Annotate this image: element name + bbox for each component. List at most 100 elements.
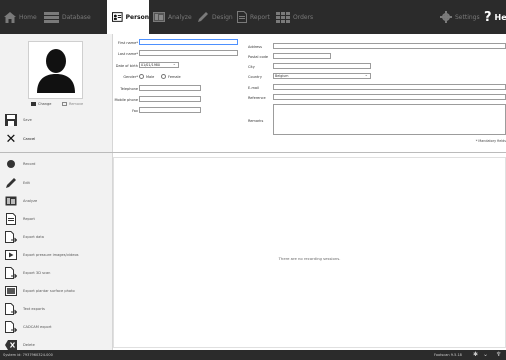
mandatory-note: * Mandatory fields [475, 139, 506, 143]
last-name-label: Last name* [117, 52, 138, 56]
sidebar-item-label: Report [23, 217, 35, 221]
analyze-icon [153, 12, 165, 22]
last-name-field[interactable] [139, 50, 238, 56]
system-id: System id: 7937960324-000 [3, 353, 53, 357]
sidebar-item-analyze[interactable]: Analyze [5, 195, 37, 207]
gear-icon [440, 11, 452, 23]
telephone-field[interactable] [139, 85, 201, 91]
bluetooth-icon: ✱ [473, 351, 479, 358]
sidebar-item-export-plantar-surface-photo[interactable]: Export plantar surface photo [5, 285, 75, 297]
sidebar-item-text-exports[interactable]: Text exports [5, 303, 45, 315]
reference-field[interactable] [273, 94, 506, 100]
fax-field[interactable] [139, 107, 201, 113]
export-photo-icon [5, 285, 17, 297]
nav-help[interactable]: ? Help [484, 0, 506, 34]
dob-field[interactable]: 01/01/1980 ⌄ [139, 62, 179, 68]
nav-home-label: Home [19, 13, 37, 21]
radio-icon [139, 74, 144, 79]
analyze-icon [5, 195, 17, 207]
postal-code-field[interactable] [273, 53, 331, 59]
nav-help-label: Help [494, 12, 506, 22]
email-field[interactable] [273, 84, 506, 90]
sidebar-item-cadcam-export[interactable]: CADCAM export [5, 321, 52, 333]
reference-label: Reference [248, 96, 266, 100]
address-label: Address [248, 45, 262, 49]
report-icon [237, 11, 247, 23]
country-select[interactable]: Belgium ⌄ [273, 73, 371, 79]
person-form: First name* Last name* Date of birth 01/… [113, 34, 506, 153]
nav-analyze[interactable]: Analyze [153, 0, 192, 34]
nav-home[interactable]: Home [4, 0, 37, 34]
sidebar-item-edit[interactable]: Edit [5, 177, 30, 189]
country-value: Belgium [275, 74, 289, 78]
first-name-field[interactable] [139, 39, 238, 45]
remove-photo-icon [62, 102, 67, 106]
city-field[interactable] [273, 63, 371, 69]
sidebar-item-export-3d-scan[interactable]: Export 3D scan [5, 267, 50, 279]
left-panel: Change Remove Save ✕ Cancel Record Edit An… [0, 34, 113, 350]
nav-report[interactable]: Report [237, 0, 270, 34]
cancel-button[interactable]: ✕ Cancel [5, 131, 36, 147]
sessions-area: There are no recording sessions. [113, 153, 506, 350]
nav-person[interactable]: Person [107, 0, 149, 34]
change-photo-button[interactable]: Change [31, 102, 51, 106]
nav-database[interactable]: Database [44, 0, 91, 34]
nav-orders-label: Orders [293, 13, 314, 21]
cancel-label: Cancel [23, 137, 36, 141]
person-card-icon [112, 12, 123, 22]
pencil-icon [5, 177, 17, 189]
nav-design[interactable]: Design [197, 0, 233, 34]
sidebar-item-export-data[interactable]: Export data [5, 231, 44, 243]
email-label: E-mail [248, 86, 259, 90]
sidebar-item-label: Export data [23, 235, 45, 239]
avatar-silhouette-icon [36, 49, 75, 93]
city-label: City [248, 65, 255, 69]
save-label: Save [23, 118, 32, 122]
sidebar-item-report[interactable]: Report [5, 213, 35, 225]
sidebar-item-label: Export 3D scan [23, 271, 51, 275]
text-export-icon [5, 303, 17, 315]
sidebar-item-label: Delete [23, 343, 35, 347]
version-label: Footscan 9.5.18 [434, 353, 462, 357]
mobile-field[interactable] [139, 96, 201, 102]
sidebar-item-label: Export pressure images/videos [23, 253, 79, 257]
left-divider [0, 152, 113, 153]
export-3d-icon [5, 267, 17, 279]
nav-settings-label: Settings [455, 13, 480, 21]
export-video-icon [5, 249, 17, 261]
chevron-down-icon: ⌄ [364, 72, 368, 77]
cadcam-icon [5, 321, 17, 333]
gender-male-radio[interactable]: Male [139, 74, 154, 79]
sidebar-item-label: CADCAM export [23, 325, 52, 329]
export-data-icon [5, 231, 17, 243]
sessions-list[interactable]: There are no recording sessions. [113, 157, 506, 348]
address-field[interactable] [273, 43, 506, 49]
gender-label: Gender* [123, 75, 138, 79]
save-icon [5, 114, 17, 126]
nav-settings[interactable]: Settings [440, 0, 480, 34]
mobile-label: Mobile phone [114, 98, 138, 102]
pen-icon [198, 12, 208, 22]
status-bar: System id: 7937960324-000 Footscan 9.5.1… [0, 350, 506, 360]
sidebar-item-record[interactable]: Record [5, 158, 35, 170]
plug-icon: ♆ [496, 351, 502, 358]
person-photo[interactable] [28, 41, 83, 99]
sidebar-item-label: Text exports [23, 307, 45, 311]
help-icon: ? [484, 9, 492, 25]
remove-photo-label: Remove [69, 102, 84, 106]
record-icon [5, 158, 17, 170]
chevron-down-icon: ⌄ [172, 61, 176, 66]
nav-person-label: Person [125, 13, 149, 21]
sidebar-item-label: Analyze [23, 199, 38, 203]
nav-orders[interactable]: Orders [276, 0, 313, 34]
sidebar-item-export-pressure-images-videos[interactable]: Export pressure images/videos [5, 249, 79, 261]
remove-photo-button[interactable]: Remove [62, 102, 83, 106]
gender-female-radio[interactable]: Female [161, 74, 181, 79]
save-button[interactable]: Save [5, 114, 32, 126]
dob-label: Date of birth [115, 64, 138, 68]
remarks-field[interactable] [273, 104, 506, 135]
remarks-label: Remarks [248, 119, 264, 123]
top-navigation-bar: Home Database Person Analyze Design Repo… [0, 0, 506, 34]
close-icon: ✕ [5, 131, 17, 147]
nav-analyze-label: Analyze [168, 13, 192, 21]
